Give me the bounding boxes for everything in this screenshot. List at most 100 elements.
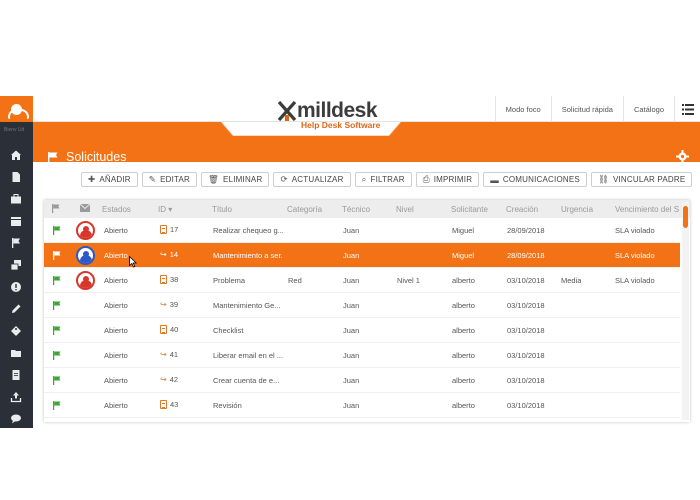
quick-request-link[interactable]: Solicitud rápida <box>550 96 623 122</box>
cell-titulo[interactable]: Crear cuenta de e... <box>213 376 283 385</box>
upload-icon[interactable] <box>9 391 23 405</box>
table-row[interactable]: Abierto ↪ 41 Liberar email en el ... Juan alb… <box>44 343 680 368</box>
flag-icon[interactable] <box>53 376 61 385</box>
envelope-column-icon[interactable] <box>79 203 91 214</box>
document-icon <box>160 225 167 234</box>
column-nivel[interactable]: Nivel <box>396 205 414 214</box>
subtask-icon: ↪ <box>160 300 167 309</box>
cell-nivel: Nivel 1 <box>397 276 420 285</box>
cell-titulo[interactable]: Mantenimiento a ser... <box>213 251 283 260</box>
column-creacion[interactable]: Creación <box>506 205 538 214</box>
flag-icon[interactable] <box>53 326 61 335</box>
column-id[interactable]: ID ▾ <box>158 205 172 214</box>
cell-estado: Abierto <box>104 326 128 335</box>
avatar <box>76 271 95 290</box>
column-urgencia[interactable]: Urgencia <box>561 205 593 214</box>
document-icon[interactable] <box>9 171 23 185</box>
table-scrollbar[interactable] <box>682 202 689 420</box>
table-row[interactable]: Abierto 38 Problema Red Juan Nivel 1 alberto 03… <box>44 268 680 293</box>
top-links: Modo foco Solicitud rápida Catálogo <box>494 96 700 122</box>
add-button[interactable]: ✚ AÑADIR <box>81 172 138 187</box>
filter-button[interactable]: ⌕ FILTRAR <box>354 172 412 187</box>
column-vencimiento[interactable]: Vencimiento del S <box>615 205 679 214</box>
folder-icon[interactable] <box>9 347 23 361</box>
refresh-icon: ⟳ <box>280 174 288 184</box>
flag-icon[interactable] <box>53 351 61 360</box>
edit-button[interactable]: ✎ EDITAR <box>141 172 198 187</box>
cell-id[interactable]: 43 <box>160 400 178 409</box>
cell-id[interactable]: 38 <box>160 275 178 284</box>
gear-icon[interactable] <box>676 150 689 166</box>
cell-id[interactable]: ↪ 41 <box>160 350 178 359</box>
flag-icon[interactable] <box>9 237 23 251</box>
flag-icon[interactable] <box>53 401 61 410</box>
column-titulo[interactable]: Título <box>212 205 232 214</box>
user-profile-icon[interactable] <box>0 96 33 122</box>
print-button[interactable]: ⎙ IMPRIMIR <box>415 172 480 187</box>
table-header: Estados ID ▾ Título Categoría Técnico Ni… <box>44 200 690 218</box>
cell-id[interactable]: ↪ 39 <box>160 300 178 309</box>
cell-titulo[interactable]: Problema <box>213 276 283 285</box>
alert-icon[interactable] <box>9 281 23 295</box>
communications-button[interactable]: ▬ COMUNICACIONES <box>483 172 587 187</box>
column-categoria[interactable]: Categoría <box>287 205 322 214</box>
cell-titulo[interactable]: Mantenimiento Ge... <box>213 301 283 310</box>
cell-id[interactable]: 17 <box>160 225 178 234</box>
list-menu-icon[interactable] <box>674 96 700 122</box>
column-estados[interactable]: Estados <box>102 205 131 214</box>
catalog-link[interactable]: Catálogo <box>622 96 674 122</box>
avatar <box>76 246 95 265</box>
delete-label: ELIMINAR <box>223 175 263 184</box>
table-row[interactable]: Abierto ↪ 14 Mantenimiento a ser... Juan Migu… <box>44 243 680 268</box>
stack-icon[interactable] <box>9 259 23 273</box>
column-solicitante[interactable]: Solicitante <box>451 205 488 214</box>
table-row[interactable]: Abierto ↪ 39 Mantenimiento Ge... Juan alberto… <box>44 293 680 318</box>
report-icon[interactable] <box>9 369 23 383</box>
table-row[interactable]: Abierto 17 Realizar chequeo g... Juan Miguel… <box>44 218 680 243</box>
scrollbar-thumb[interactable] <box>683 206 688 228</box>
cell-solicitante: Miguel <box>452 251 475 260</box>
cell-titulo[interactable]: Checklist <box>213 326 283 335</box>
cell-titulo[interactable]: Revisión <box>213 401 283 410</box>
page-margin <box>0 428 700 500</box>
home-icon[interactable] <box>9 149 23 163</box>
flag-icon[interactable] <box>53 226 61 235</box>
add-label: AÑADIR <box>99 175 131 184</box>
cell-id[interactable]: ↪ 14 <box>160 250 178 259</box>
cell-creacion: 03/10/2018 <box>507 301 545 310</box>
flag-icon[interactable] <box>53 301 61 310</box>
cell-titulo[interactable]: Realizar chequeo g... <box>213 226 283 235</box>
cell-urgencia: Media <box>561 276 582 285</box>
flag-icon[interactable] <box>53 251 61 260</box>
table-row[interactable]: Abierto ↪ 42 Crear cuenta de e... Juan albert… <box>44 368 680 393</box>
search-icon: ⌕ <box>361 174 367 184</box>
sidebar: Bienv Ud <box>0 96 33 428</box>
focus-mode-link[interactable]: Modo foco <box>494 96 551 122</box>
pencil-icon[interactable] <box>9 303 23 317</box>
brand-logo: milldesk Help Desk Software <box>255 96 433 134</box>
briefcase-icon[interactable] <box>9 193 23 207</box>
cell-creacion: 03/10/2018 <box>507 351 545 360</box>
cell-titulo[interactable]: Liberar email en el ... <box>213 351 283 360</box>
mouse-cursor-icon <box>129 256 137 268</box>
tag-icon[interactable] <box>9 325 23 339</box>
sidebar-tiny-label: Bienv Ud <box>4 127 25 133</box>
cell-creacion: 03/10/2018 <box>507 401 545 410</box>
delete-button[interactable]: 🗑 ELIMINAR <box>201 172 270 187</box>
cell-estado: Abierto <box>104 251 128 260</box>
cell-id[interactable]: ↪ 42 <box>160 375 178 384</box>
document-icon <box>160 275 167 284</box>
table-row[interactable]: Abierto 40 Checklist Juan alberto 03/10/2018 <box>44 318 680 343</box>
link-parent-button[interactable]: ⛓ VINCULAR PADRE <box>590 172 693 187</box>
cell-id[interactable]: 40 <box>160 325 178 334</box>
column-tecnico[interactable]: Técnico <box>342 205 370 214</box>
chat-icon[interactable] <box>9 413 23 427</box>
flag-icon[interactable] <box>53 276 61 285</box>
calendar-icon[interactable] <box>9 215 23 229</box>
subtask-icon: ↪ <box>160 350 167 359</box>
flag-column-icon[interactable] <box>52 204 60 215</box>
milldesk-logo-icon <box>277 100 297 122</box>
filter-label: FILTRAR <box>370 175 405 184</box>
refresh-button[interactable]: ⟳ ACTUALIZAR <box>273 172 351 187</box>
table-row[interactable]: Abierto 43 Revisión Juan alberto 03/10/2018 <box>44 393 680 418</box>
